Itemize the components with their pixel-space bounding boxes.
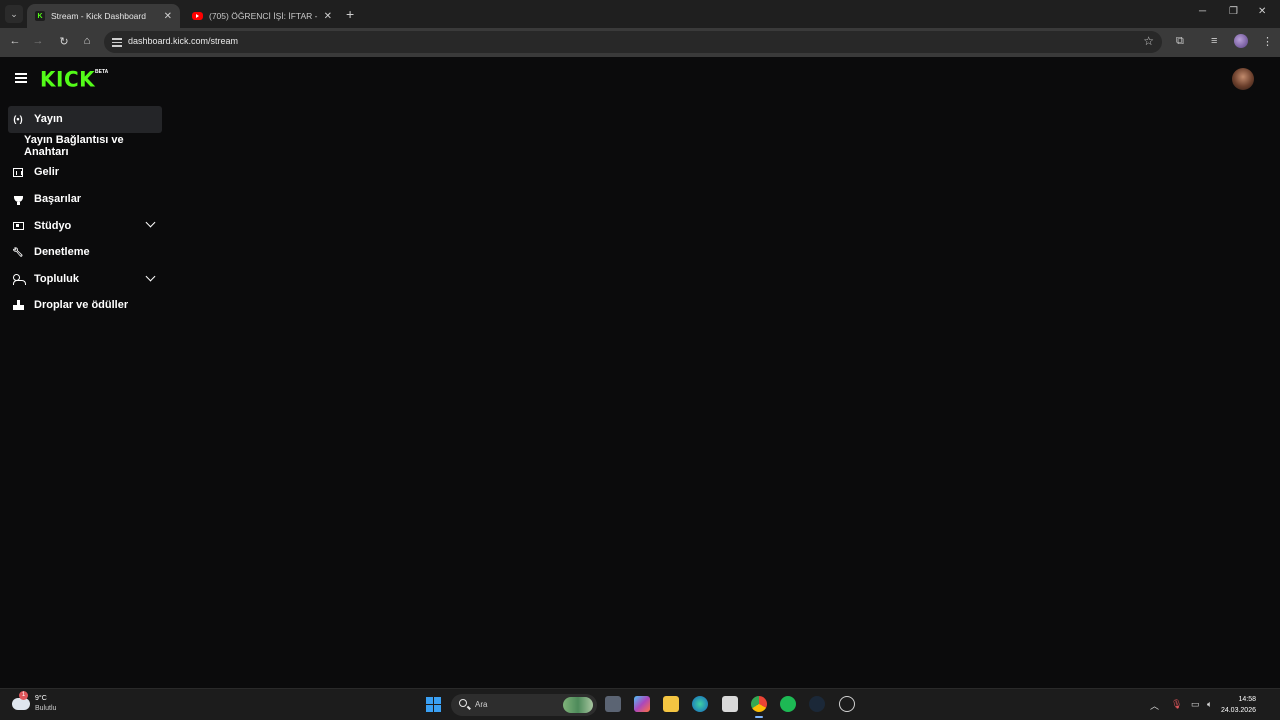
menu-icon[interactable] bbox=[15, 73, 27, 83]
back-icon[interactable]: ← bbox=[8, 35, 22, 47]
tab-title: Stream - Kick Dashboard bbox=[51, 11, 146, 21]
task-view-icon[interactable] bbox=[605, 696, 621, 712]
sidebar-item-label: Stüdyo bbox=[34, 219, 72, 232]
bookmark-star-icon[interactable]: ☆ bbox=[1143, 34, 1154, 48]
sidebar-item-label: Denetleme bbox=[34, 246, 90, 259]
home-icon[interactable]: ⌂ bbox=[80, 35, 94, 47]
media-controls-icon[interactable]: ≡ bbox=[1211, 35, 1217, 47]
sidebar-item-label: Yayın Bağlantısı ve Anahtarı bbox=[24, 133, 124, 158]
youtube-favicon bbox=[192, 12, 203, 20]
sidebar-item-label: Yayın bbox=[34, 113, 63, 126]
browser-tab-bar: ⌄ K Stream - Kick Dashboard ✕ (705) ÖĞRE… bbox=[0, 0, 1280, 28]
weather-temp: 9°C bbox=[35, 695, 47, 702]
window-close-icon[interactable]: ✕ bbox=[1258, 6, 1266, 17]
more-menu-icon[interactable]: ⋮ bbox=[1262, 35, 1273, 48]
file-explorer-icon[interactable] bbox=[663, 696, 679, 712]
broadcast-icon: (•) bbox=[13, 114, 23, 125]
sidebar-item-studyo[interactable]: Stüdyo bbox=[8, 212, 168, 239]
user-avatar[interactable] bbox=[1232, 68, 1254, 90]
volume-icon[interactable]: 🔈︎ bbox=[1207, 699, 1212, 710]
weather-widget[interactable]: 9°C Bulutlu bbox=[12, 691, 57, 714]
forward-icon[interactable]: → bbox=[31, 35, 45, 47]
search-placeholder: Ara bbox=[475, 700, 488, 709]
taskbar-search[interactable]: Ara bbox=[451, 694, 597, 716]
copilot-icon[interactable] bbox=[634, 696, 650, 712]
sidebar-item-label: Topluluk bbox=[34, 272, 80, 285]
windows-taskbar: 9°C Bulutlu Ara ︿ 🎙︎ ▭ 🔈︎ 14:58 24.03.20… bbox=[0, 688, 1280, 720]
windows-start-icon[interactable] bbox=[426, 697, 441, 712]
kick-dashboard: KICK BETA (•) Yayın Yayın Bağlantısı ve … bbox=[0, 57, 1280, 688]
sidebar-item-stream-key[interactable]: Yayın Bağlantısı ve Anahtarı bbox=[8, 133, 168, 160]
address-bar[interactable]: dashboard.kick.com/stream ☆ bbox=[104, 31, 1162, 53]
chrome-icon[interactable] bbox=[751, 696, 767, 718]
chevron-down-icon[interactable] bbox=[145, 217, 156, 228]
chevron-down-icon[interactable] bbox=[145, 271, 156, 282]
tab-search-button[interactable]: ⌄ bbox=[5, 5, 23, 23]
steam-icon[interactable] bbox=[809, 696, 825, 712]
taskbar-clock[interactable]: 14:58 24.03.2026 bbox=[1221, 694, 1256, 716]
restore-icon[interactable]: ❐ bbox=[1229, 6, 1238, 17]
sidebar-item-label: Droplar ve ödüller bbox=[34, 299, 129, 312]
studio-icon bbox=[12, 221, 24, 230]
close-icon[interactable]: ✕ bbox=[324, 11, 332, 22]
kick-logo[interactable]: KICK bbox=[40, 66, 95, 91]
sidebar-nav: (•) Yayın Yayın Bağlantısı ve Anahtarı G… bbox=[8, 106, 168, 319]
tab-title: (705) ÖĞRENCİ İŞİ: İFTAR - YouT bbox=[209, 11, 318, 21]
users-icon bbox=[12, 273, 26, 285]
beta-badge: BETA bbox=[95, 69, 109, 75]
sidebar-item-droplar[interactable]: Droplar ve ödüller bbox=[8, 292, 168, 319]
close-icon[interactable]: ✕ bbox=[164, 11, 172, 22]
tab-kick-dashboard[interactable]: K Stream - Kick Dashboard ✕ bbox=[27, 4, 180, 28]
edge-icon[interactable] bbox=[692, 696, 708, 712]
cloud-icon bbox=[12, 691, 30, 710]
sidebar-item-label: Başarılar bbox=[34, 193, 82, 206]
store-icon[interactable] bbox=[722, 696, 738, 712]
sidebar-item-topluluk[interactable]: Topluluk bbox=[8, 266, 168, 293]
tab-youtube[interactable]: (705) ÖĞRENCİ İŞİ: İFTAR - YouT ✕ bbox=[184, 4, 340, 28]
wrench-icon: 🔧︎ bbox=[12, 246, 24, 257]
search-icon bbox=[459, 699, 467, 707]
sidebar-item-denetleme[interactable]: 🔧︎ Denetleme bbox=[8, 239, 168, 266]
minimize-icon[interactable]: ─ bbox=[1199, 6, 1206, 17]
kick-favicon: K bbox=[35, 11, 45, 21]
search-highlight-image bbox=[563, 697, 593, 713]
reload-icon[interactable]: ↻ bbox=[57, 35, 71, 48]
trophy-icon bbox=[13, 196, 23, 206]
url-text[interactable]: dashboard.kick.com/stream bbox=[128, 36, 238, 46]
browser-toolbar: ← → ↻ ⌂ dashboard.kick.com/stream ☆ ⧉ ≡ … bbox=[0, 28, 1280, 57]
sidebar-item-gelir[interactable]: Gelir bbox=[8, 159, 168, 186]
sidebar-item-yayin[interactable]: (•) Yayın bbox=[8, 106, 162, 133]
sidebar-item-basarilar[interactable]: Başarılar bbox=[8, 186, 168, 213]
network-icon[interactable]: ▭ bbox=[1191, 699, 1200, 710]
weather-condition: Bulutlu bbox=[35, 705, 57, 712]
obs-icon[interactable] bbox=[839, 696, 855, 712]
microphone-icon[interactable]: 🎙︎ bbox=[1171, 699, 1182, 710]
tray-overflow-icon[interactable]: ︿ bbox=[1150, 699, 1159, 712]
spotify-icon[interactable] bbox=[780, 696, 796, 712]
chart-icon bbox=[13, 167, 23, 177]
browser-profile-avatar[interactable] bbox=[1234, 34, 1248, 48]
site-info-icon[interactable] bbox=[112, 36, 122, 47]
extensions-icon[interactable]: ⧉ bbox=[1176, 35, 1184, 48]
new-tab-button[interactable]: + bbox=[346, 6, 354, 22]
clock-time: 14:58 bbox=[1238, 696, 1256, 703]
clock-date: 24.03.2026 bbox=[1220, 707, 1256, 714]
gift-icon bbox=[12, 300, 24, 311]
sidebar-item-label: Gelir bbox=[34, 166, 60, 179]
